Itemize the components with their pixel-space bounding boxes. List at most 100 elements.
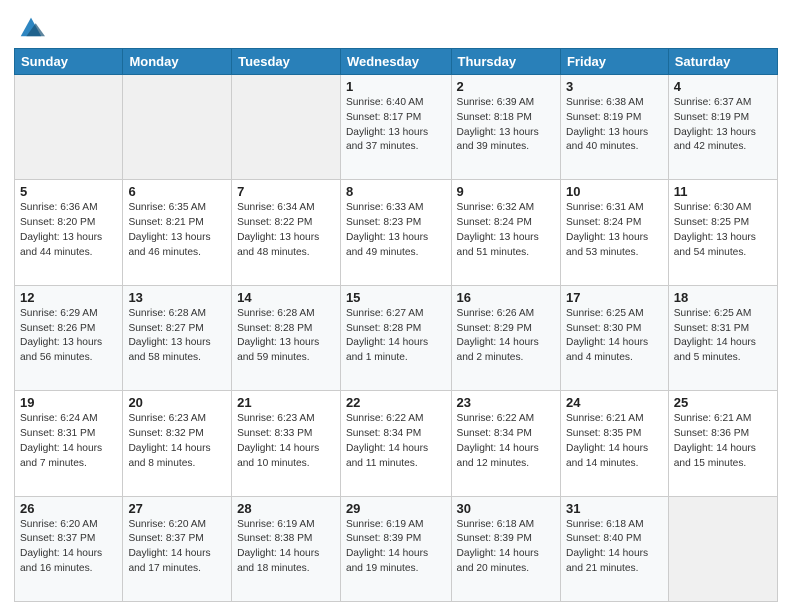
day-info: Sunrise: 6:37 AM Sunset: 8:19 PM Dayligh… <box>674 96 772 155</box>
day-cell: 3Sunrise: 6:38 AM Sunset: 8:19 PM Daylig… <box>560 75 668 180</box>
day-number: 15 <box>346 290 446 305</box>
day-cell: 9Sunrise: 6:32 AM Sunset: 8:24 PM Daylig… <box>451 180 560 285</box>
day-number: 21 <box>237 395 335 410</box>
day-info: Sunrise: 6:34 AM Sunset: 8:22 PM Dayligh… <box>237 201 335 260</box>
day-cell: 13Sunrise: 6:28 AM Sunset: 8:27 PM Dayli… <box>123 285 232 390</box>
day-info: Sunrise: 6:25 AM Sunset: 8:30 PM Dayligh… <box>566 307 663 366</box>
day-cell: 16 Sunrise: 6:26 AM Sunset: 8:29 PM Dayli… <box>451 285 560 390</box>
day-number: 29 <box>346 501 446 516</box>
week-row-5: 26 Sunrise: 6:20 AM Sunset: 8:37 PM Dayli… <box>15 496 778 601</box>
week-row-3: 12Sunrise: 6:29 AM Sunset: 8:26 PM Dayli… <box>15 285 778 390</box>
day-info: Sunrise: 6:20 AM Sunset: 8:37 PM Dayligh… <box>128 518 226 577</box>
day-number: 28 <box>237 501 335 516</box>
day-info: Sunrise: 6:20 AM Sunset: 8:37 PM Dayligh… <box>20 518 117 577</box>
day-info: Sunrise: 6:26 AM Sunset: 8:29 PM Dayligh… <box>457 307 555 366</box>
day-cell: 29 Sunrise: 6:19 AM Sunset: 8:39 PM Dayli… <box>340 496 451 601</box>
day-info: Sunrise: 6:21 AM Sunset: 8:35 PM Dayligh… <box>566 412 663 471</box>
col-header-monday: Monday <box>123 49 232 75</box>
week-row-1: 1 Sunrise: 6:40 AM Sunset: 8:17 PM Daylig… <box>15 75 778 180</box>
col-header-saturday: Saturday <box>668 49 777 75</box>
day-cell: 14 Sunrise: 6:28 AM Sunset: 8:28 PM Dayli… <box>232 285 341 390</box>
day-cell: 20Sunrise: 6:23 AM Sunset: 8:32 PM Dayli… <box>123 391 232 496</box>
day-number: 25 <box>674 395 772 410</box>
day-info: Sunrise: 6:36 AM Sunset: 8:20 PM Dayligh… <box>20 201 117 260</box>
week-row-2: 5 Sunrise: 6:36 AM Sunset: 8:20 PM Daylig… <box>15 180 778 285</box>
day-number: 26 <box>20 501 117 516</box>
day-number: 18 <box>674 290 772 305</box>
day-info: Sunrise: 6:33 AM Sunset: 8:23 PM Dayligh… <box>346 201 446 260</box>
day-cell: 18 Sunrise: 6:25 AM Sunset: 8:31 PM Dayli… <box>668 285 777 390</box>
day-cell: 12Sunrise: 6:29 AM Sunset: 8:26 PM Dayli… <box>15 285 123 390</box>
day-cell: 27 Sunrise: 6:20 AM Sunset: 8:37 PM Dayli… <box>123 496 232 601</box>
day-info: Sunrise: 6:28 AM Sunset: 8:28 PM Dayligh… <box>237 307 335 366</box>
day-info: Sunrise: 6:18 AM Sunset: 8:39 PM Dayligh… <box>457 518 555 577</box>
day-info: Sunrise: 6:23 AM Sunset: 8:33 PM Dayligh… <box>237 412 335 471</box>
day-number: 7 <box>237 184 335 199</box>
col-header-tuesday: Tuesday <box>232 49 341 75</box>
day-info: Sunrise: 6:29 AM Sunset: 8:26 PM Dayligh… <box>20 307 117 366</box>
day-number: 14 <box>237 290 335 305</box>
day-info: Sunrise: 6:22 AM Sunset: 8:34 PM Dayligh… <box>346 412 446 471</box>
day-number: 17 <box>566 290 663 305</box>
week-row-4: 19 Sunrise: 6:24 AM Sunset: 8:31 PM Dayli… <box>15 391 778 496</box>
day-number: 6 <box>128 184 226 199</box>
day-cell: 19 Sunrise: 6:24 AM Sunset: 8:31 PM Dayli… <box>15 391 123 496</box>
day-cell: 17 Sunrise: 6:25 AM Sunset: 8:30 PM Dayli… <box>560 285 668 390</box>
day-cell: 30 Sunrise: 6:18 AM Sunset: 8:39 PM Dayli… <box>451 496 560 601</box>
day-cell: 15 Sunrise: 6:27 AM Sunset: 8:28 PM Dayli… <box>340 285 451 390</box>
day-number: 27 <box>128 501 226 516</box>
day-cell: 8 Sunrise: 6:33 AM Sunset: 8:23 PM Daylig… <box>340 180 451 285</box>
day-cell: 6 Sunrise: 6:35 AM Sunset: 8:21 PM Daylig… <box>123 180 232 285</box>
day-number: 8 <box>346 184 446 199</box>
day-info: Sunrise: 6:22 AM Sunset: 8:34 PM Dayligh… <box>457 412 555 471</box>
day-number: 10 <box>566 184 663 199</box>
day-number: 11 <box>674 184 772 199</box>
day-cell <box>15 75 123 180</box>
day-info: Sunrise: 6:32 AM Sunset: 8:24 PM Dayligh… <box>457 201 555 260</box>
day-info: Sunrise: 6:18 AM Sunset: 8:40 PM Dayligh… <box>566 518 663 577</box>
day-number: 2 <box>457 79 555 94</box>
day-cell <box>232 75 341 180</box>
day-info: Sunrise: 6:23 AM Sunset: 8:32 PM Dayligh… <box>128 412 226 471</box>
day-cell: 1 Sunrise: 6:40 AM Sunset: 8:17 PM Daylig… <box>340 75 451 180</box>
col-header-friday: Friday <box>560 49 668 75</box>
calendar-table: SundayMondayTuesdayWednesdayThursdayFrid… <box>14 48 778 602</box>
day-info: Sunrise: 6:31 AM Sunset: 8:24 PM Dayligh… <box>566 201 663 260</box>
day-number: 1 <box>346 79 446 94</box>
day-cell: 22Sunrise: 6:22 AM Sunset: 8:34 PM Dayli… <box>340 391 451 496</box>
day-info: Sunrise: 6:21 AM Sunset: 8:36 PM Dayligh… <box>674 412 772 471</box>
day-info: Sunrise: 6:19 AM Sunset: 8:38 PM Dayligh… <box>237 518 335 577</box>
day-number: 24 <box>566 395 663 410</box>
day-info: Sunrise: 6:30 AM Sunset: 8:25 PM Dayligh… <box>674 201 772 260</box>
day-cell: 24 Sunrise: 6:21 AM Sunset: 8:35 PM Dayli… <box>560 391 668 496</box>
day-info: Sunrise: 6:35 AM Sunset: 8:21 PM Dayligh… <box>128 201 226 260</box>
day-cell: 11 Sunrise: 6:30 AM Sunset: 8:25 PM Dayli… <box>668 180 777 285</box>
day-number: 31 <box>566 501 663 516</box>
day-cell: 26 Sunrise: 6:20 AM Sunset: 8:37 PM Dayli… <box>15 496 123 601</box>
day-number: 30 <box>457 501 555 516</box>
day-cell <box>668 496 777 601</box>
day-cell: 7 Sunrise: 6:34 AM Sunset: 8:22 PM Daylig… <box>232 180 341 285</box>
day-info: Sunrise: 6:19 AM Sunset: 8:39 PM Dayligh… <box>346 518 446 577</box>
day-number: 4 <box>674 79 772 94</box>
day-info: Sunrise: 6:39 AM Sunset: 8:18 PM Dayligh… <box>457 96 555 155</box>
day-cell: 2 Sunrise: 6:39 AM Sunset: 8:18 PM Daylig… <box>451 75 560 180</box>
logo-icon <box>17 12 45 40</box>
day-cell: 5 Sunrise: 6:36 AM Sunset: 8:20 PM Daylig… <box>15 180 123 285</box>
day-info: Sunrise: 6:27 AM Sunset: 8:28 PM Dayligh… <box>346 307 446 366</box>
day-number: 23 <box>457 395 555 410</box>
col-header-sunday: Sunday <box>15 49 123 75</box>
day-number: 3 <box>566 79 663 94</box>
day-number: 13 <box>128 290 226 305</box>
day-number: 5 <box>20 184 117 199</box>
day-info: Sunrise: 6:25 AM Sunset: 8:31 PM Dayligh… <box>674 307 772 366</box>
day-cell: 21 Sunrise: 6:23 AM Sunset: 8:33 PM Dayli… <box>232 391 341 496</box>
day-cell: 4 Sunrise: 6:37 AM Sunset: 8:19 PM Daylig… <box>668 75 777 180</box>
day-cell <box>123 75 232 180</box>
day-cell: 25 Sunrise: 6:21 AM Sunset: 8:36 PM Dayli… <box>668 391 777 496</box>
page: SundayMondayTuesdayWednesdayThursdayFrid… <box>0 0 792 612</box>
day-info: Sunrise: 6:24 AM Sunset: 8:31 PM Dayligh… <box>20 412 117 471</box>
day-number: 16 <box>457 290 555 305</box>
day-number: 19 <box>20 395 117 410</box>
day-info: Sunrise: 6:40 AM Sunset: 8:17 PM Dayligh… <box>346 96 446 155</box>
